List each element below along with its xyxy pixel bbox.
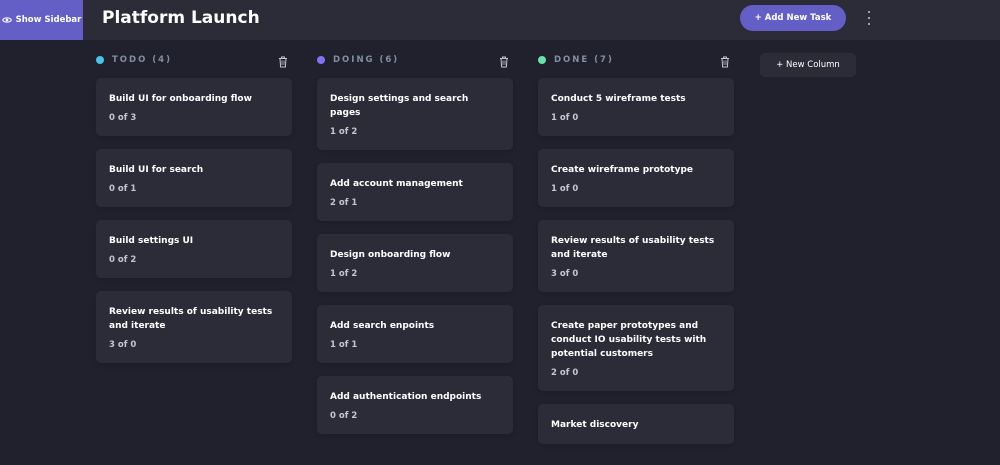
board-options-icon[interactable]	[864, 11, 874, 25]
task-card[interactable]: Create paper prototypes and conduct IO u…	[538, 305, 734, 391]
task-card[interactable]: Build settings UI 0 of 2	[96, 220, 292, 278]
subtask-count: 0 of 2	[330, 411, 358, 421]
task-card[interactable]: Market discovery	[538, 404, 734, 444]
task-title: Design onboarding flow	[330, 250, 451, 260]
column-dot	[538, 56, 546, 64]
task-card[interactable]: Conduct 5 wireframe tests 1 of 0	[538, 78, 734, 136]
new-column-button[interactable]: + New Column	[760, 53, 856, 77]
column-header: DOING (6)	[317, 52, 513, 68]
subtask-count: 3 of 0	[551, 269, 579, 279]
subtask-count: 1 of 0	[551, 113, 579, 123]
task-title: Create paper prototypes and conduct IO u…	[551, 321, 707, 359]
task-title: Add authentication endpoints	[330, 392, 482, 402]
card-list: Conduct 5 wireframe tests 1 of 0 Create …	[538, 78, 734, 457]
subtask-count: 2 of 0	[551, 368, 579, 378]
task-card[interactable]: Add authentication endpoints 0 of 2	[317, 376, 513, 434]
column-header: TODO (4)	[96, 52, 292, 68]
column-done: DONE (7) Conduct 5 wireframe tests 1 of …	[538, 52, 734, 444]
task-title: Review results of usability tests and it…	[109, 307, 273, 331]
card-list: Build UI for onboarding flow 0 of 3 Buil…	[96, 78, 292, 376]
task-title: Create wireframe prototype	[551, 165, 694, 175]
column-dot	[317, 56, 325, 64]
subtask-count: 0 of 1	[109, 184, 137, 194]
add-new-task-button[interactable]: + Add New Task	[740, 5, 846, 31]
eye-icon	[1, 17, 12, 23]
subtask-count: 1 of 0	[551, 184, 579, 194]
task-card[interactable]: Design onboarding flow 1 of 2	[317, 234, 513, 292]
task-title: Design settings and search pages	[330, 94, 469, 118]
column-dot	[96, 56, 104, 64]
task-card[interactable]: Add search enpoints 1 of 1	[317, 305, 513, 363]
subtask-count: 2 of 1	[330, 198, 358, 208]
trash-icon[interactable]	[720, 53, 730, 68]
subtask-count: 1 of 1	[330, 340, 358, 350]
task-title: Add search enpoints	[330, 321, 435, 331]
trash-icon[interactable]	[499, 53, 509, 68]
task-title: Build settings UI	[109, 236, 194, 246]
task-card[interactable]: Review results of usability tests and it…	[538, 220, 734, 292]
column-title: TODO (4)	[112, 55, 172, 65]
task-card[interactable]: Add account management 2 of 1	[317, 163, 513, 221]
trash-icon[interactable]	[278, 53, 288, 68]
top-header: Show Sidebar Platform Launch + Add New T…	[0, 0, 1000, 40]
task-card[interactable]: Build UI for search 0 of 1	[96, 149, 292, 207]
task-card[interactable]: Build UI for onboarding flow 0 of 3	[96, 78, 292, 136]
column-todo: TODO (4) Build UI for onboarding flow 0 …	[96, 52, 292, 363]
task-title: Add account management	[330, 179, 463, 189]
show-sidebar-label: Show Sidebar	[15, 15, 82, 25]
column-header: DONE (7)	[538, 52, 734, 68]
task-title: Review results of usability tests and it…	[551, 236, 715, 260]
column-title: DONE (7)	[554, 55, 614, 65]
card-list: Design settings and search pages 1 of 2 …	[317, 78, 513, 447]
task-title: Market discovery	[551, 420, 639, 430]
task-title: Conduct 5 wireframe tests	[551, 94, 686, 104]
task-title: Build UI for onboarding flow	[109, 94, 252, 104]
task-card[interactable]: Create wireframe prototype 1 of 0	[538, 149, 734, 207]
subtask-count: 1 of 2	[330, 269, 358, 279]
board-title: Platform Launch	[102, 8, 260, 28]
subtask-count: 3 of 0	[109, 340, 137, 350]
task-card[interactable]: Review results of usability tests and it…	[96, 291, 292, 363]
column-doing: DOING (6) Design settings and search pag…	[317, 52, 513, 434]
task-card[interactable]: Design settings and search pages 1 of 2	[317, 78, 513, 150]
subtask-count: 0 of 3	[109, 113, 137, 123]
subtask-count: 0 of 2	[109, 255, 137, 265]
task-title: Build UI for search	[109, 165, 204, 175]
subtask-count: 1 of 2	[330, 127, 358, 137]
column-title: DOING (6)	[333, 55, 400, 65]
show-sidebar-button[interactable]: Show Sidebar	[0, 0, 83, 40]
